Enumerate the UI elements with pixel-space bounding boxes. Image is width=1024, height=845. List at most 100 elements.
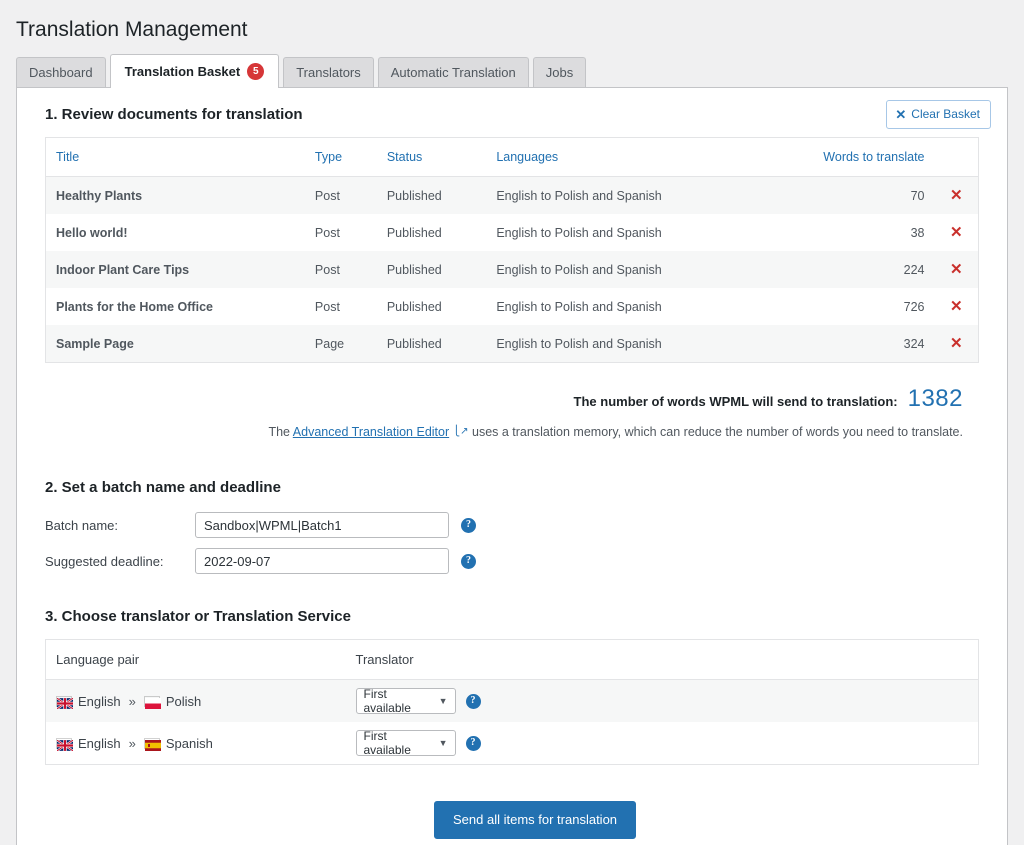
remove-row-icon[interactable]: ✕ <box>945 336 969 351</box>
tab-label: Translation Basket <box>124 64 241 80</box>
help-icon[interactable]: ? <box>465 735 481 751</box>
close-icon: ✕ <box>895 107 907 123</box>
cell-languages: English to Polish and Spanish <box>496 299 662 314</box>
tab-label: Jobs <box>545 65 574 81</box>
flag-pl-icon <box>143 695 161 709</box>
deadline-label: Suggested deadline: <box>45 553 164 569</box>
chevron-down-icon: ▼ <box>438 738 448 749</box>
word-count-summary: The number of words WPML will send to tr… <box>33 385 963 413</box>
tab-label: Automatic Translation <box>390 65 516 81</box>
table-header-row: Language pair Translator <box>45 639 979 681</box>
deadline-row: Suggested deadline: ? <box>45 548 991 575</box>
cell-title: Sample Page <box>56 336 134 351</box>
cell-type: Post <box>314 299 340 314</box>
table-row: Sample Page Page Published English to Po… <box>45 325 979 363</box>
help-icon[interactable]: ? <box>461 553 476 569</box>
tab-automatic-translation[interactable]: Automatic Translation <box>377 57 529 88</box>
word-count-value: 1382 <box>907 385 963 413</box>
table-row: Plants for the Home Office Post Publishe… <box>45 288 979 326</box>
language-pair: English » Polish <box>56 693 336 710</box>
table-header-row: Title Type Status Languages Words to tra… <box>45 137 979 178</box>
cell-words: 224 <box>903 262 925 277</box>
cell-words: 726 <box>903 299 925 314</box>
advanced-translation-editor-link[interactable]: Advanced Translation Editor <box>293 425 449 439</box>
cell-languages: English to Polish and Spanish <box>496 336 662 351</box>
flag-uk-icon <box>56 695 74 710</box>
translation-management-page: Translation Management Dashboard Transla… <box>0 0 1024 845</box>
cell-status: Published <box>386 262 442 277</box>
cell-status: Published <box>386 225 442 240</box>
external-link-icon: ⎩↗ <box>452 426 469 438</box>
arrow-icon: » <box>128 735 136 751</box>
basket-count-badge: 5 <box>247 63 265 81</box>
target-language-label: Spanish <box>165 735 213 751</box>
translator-select-value: First available <box>363 687 411 716</box>
batch-name-label: Batch name: <box>45 517 118 533</box>
page-title: Translation Management <box>16 18 248 41</box>
table-row: English » Spanish First available ▼ ? <box>45 722 979 765</box>
ate-note: The Advanced Translation Editor ⎩↗ uses … <box>33 425 963 439</box>
send-all-items-button[interactable]: Send all items for translation <box>434 801 637 839</box>
remove-row-icon[interactable]: ✕ <box>945 225 969 240</box>
column-header-title[interactable]: Title <box>45 137 305 178</box>
remove-row-icon[interactable]: ✕ <box>945 299 969 314</box>
column-header-type[interactable]: Type <box>304 137 377 178</box>
tab-dashboard[interactable]: Dashboard <box>16 57 106 88</box>
cell-words: 324 <box>903 336 925 351</box>
cell-status: Published <box>386 299 442 314</box>
cell-title: Healthy Plants <box>56 188 143 203</box>
column-header-language-pair: Language pair <box>45 639 346 681</box>
tab-label: Dashboard <box>29 65 93 81</box>
column-header-status[interactable]: Status <box>376 137 487 178</box>
help-icon[interactable]: ? <box>461 517 476 533</box>
chevron-down-icon: ▼ <box>438 696 448 707</box>
arrow-icon: » <box>128 693 136 709</box>
table-row: Hello world! Post Published English to P… <box>45 214 979 252</box>
translator-select[interactable]: First available ▼ <box>355 729 456 758</box>
cell-type: Page <box>314 336 345 351</box>
translator-table: Language pair Translator English » Polis… <box>45 639 979 766</box>
deadline-input[interactable] <box>195 548 449 575</box>
cell-status: Published <box>386 188 442 203</box>
cell-title: Indoor Plant Care Tips <box>56 262 190 277</box>
table-row: Healthy Plants Post Published English to… <box>45 176 979 215</box>
help-icon[interactable]: ? <box>465 693 481 709</box>
cell-title: Plants for the Home Office <box>56 299 213 314</box>
step3-title: 3. Choose translator or Translation Serv… <box>45 608 351 626</box>
column-header-words[interactable]: Words to translate <box>757 137 935 178</box>
tab-bar: Dashboard Translation Basket 5 Translato… <box>0 54 1024 89</box>
documents-table: Title Type Status Languages Words to tra… <box>45 137 979 364</box>
tab-label: Translators <box>296 65 361 81</box>
cell-type: Post <box>314 188 340 203</box>
remove-row-icon[interactable]: ✕ <box>945 262 969 277</box>
batch-name-input[interactable] <box>195 512 449 539</box>
cell-languages: English to Polish and Spanish <box>496 262 662 277</box>
language-pair: English » Spanish <box>56 735 336 752</box>
translator-select[interactable]: First available ▼ <box>355 687 456 716</box>
tab-jobs[interactable]: Jobs <box>532 57 587 88</box>
footer: Send all items for translation For retri… <box>33 801 991 845</box>
flag-es-icon <box>143 737 161 751</box>
ate-note-prefix: The <box>268 425 293 440</box>
cell-status: Published <box>386 336 442 351</box>
step2-title: 2. Set a batch name and deadline <box>45 479 281 497</box>
ate-note-suffix: uses a translation memory, which can red… <box>468 425 963 440</box>
cell-languages: English to Polish and Spanish <box>496 225 662 240</box>
table-row: English » Polish First available ▼ ? <box>45 679 979 723</box>
flag-uk-icon <box>56 737 74 752</box>
tab-translation-basket[interactable]: Translation Basket 5 <box>109 54 280 89</box>
source-language-label: English <box>78 735 121 751</box>
step1-title: 1. Review documents for translation <box>45 106 303 124</box>
batch-name-row: Batch name: ? <box>45 512 991 539</box>
target-language-label: Polish <box>165 693 202 709</box>
cell-languages: English to Polish and Spanish <box>496 188 662 203</box>
clear-basket-button[interactable]: ✕ Clear Basket <box>886 100 991 130</box>
translator-select-value: First available <box>363 729 411 758</box>
tab-translators[interactable]: Translators <box>283 57 374 88</box>
column-header-languages[interactable]: Languages <box>486 137 758 178</box>
word-count-label: The number of words WPML will send to tr… <box>573 394 898 410</box>
cell-title: Hello world! <box>56 225 128 240</box>
remove-row-icon[interactable]: ✕ <box>945 188 969 203</box>
table-row: Indoor Plant Care Tips Post Published En… <box>45 251 979 289</box>
cell-words: 70 <box>910 188 925 203</box>
